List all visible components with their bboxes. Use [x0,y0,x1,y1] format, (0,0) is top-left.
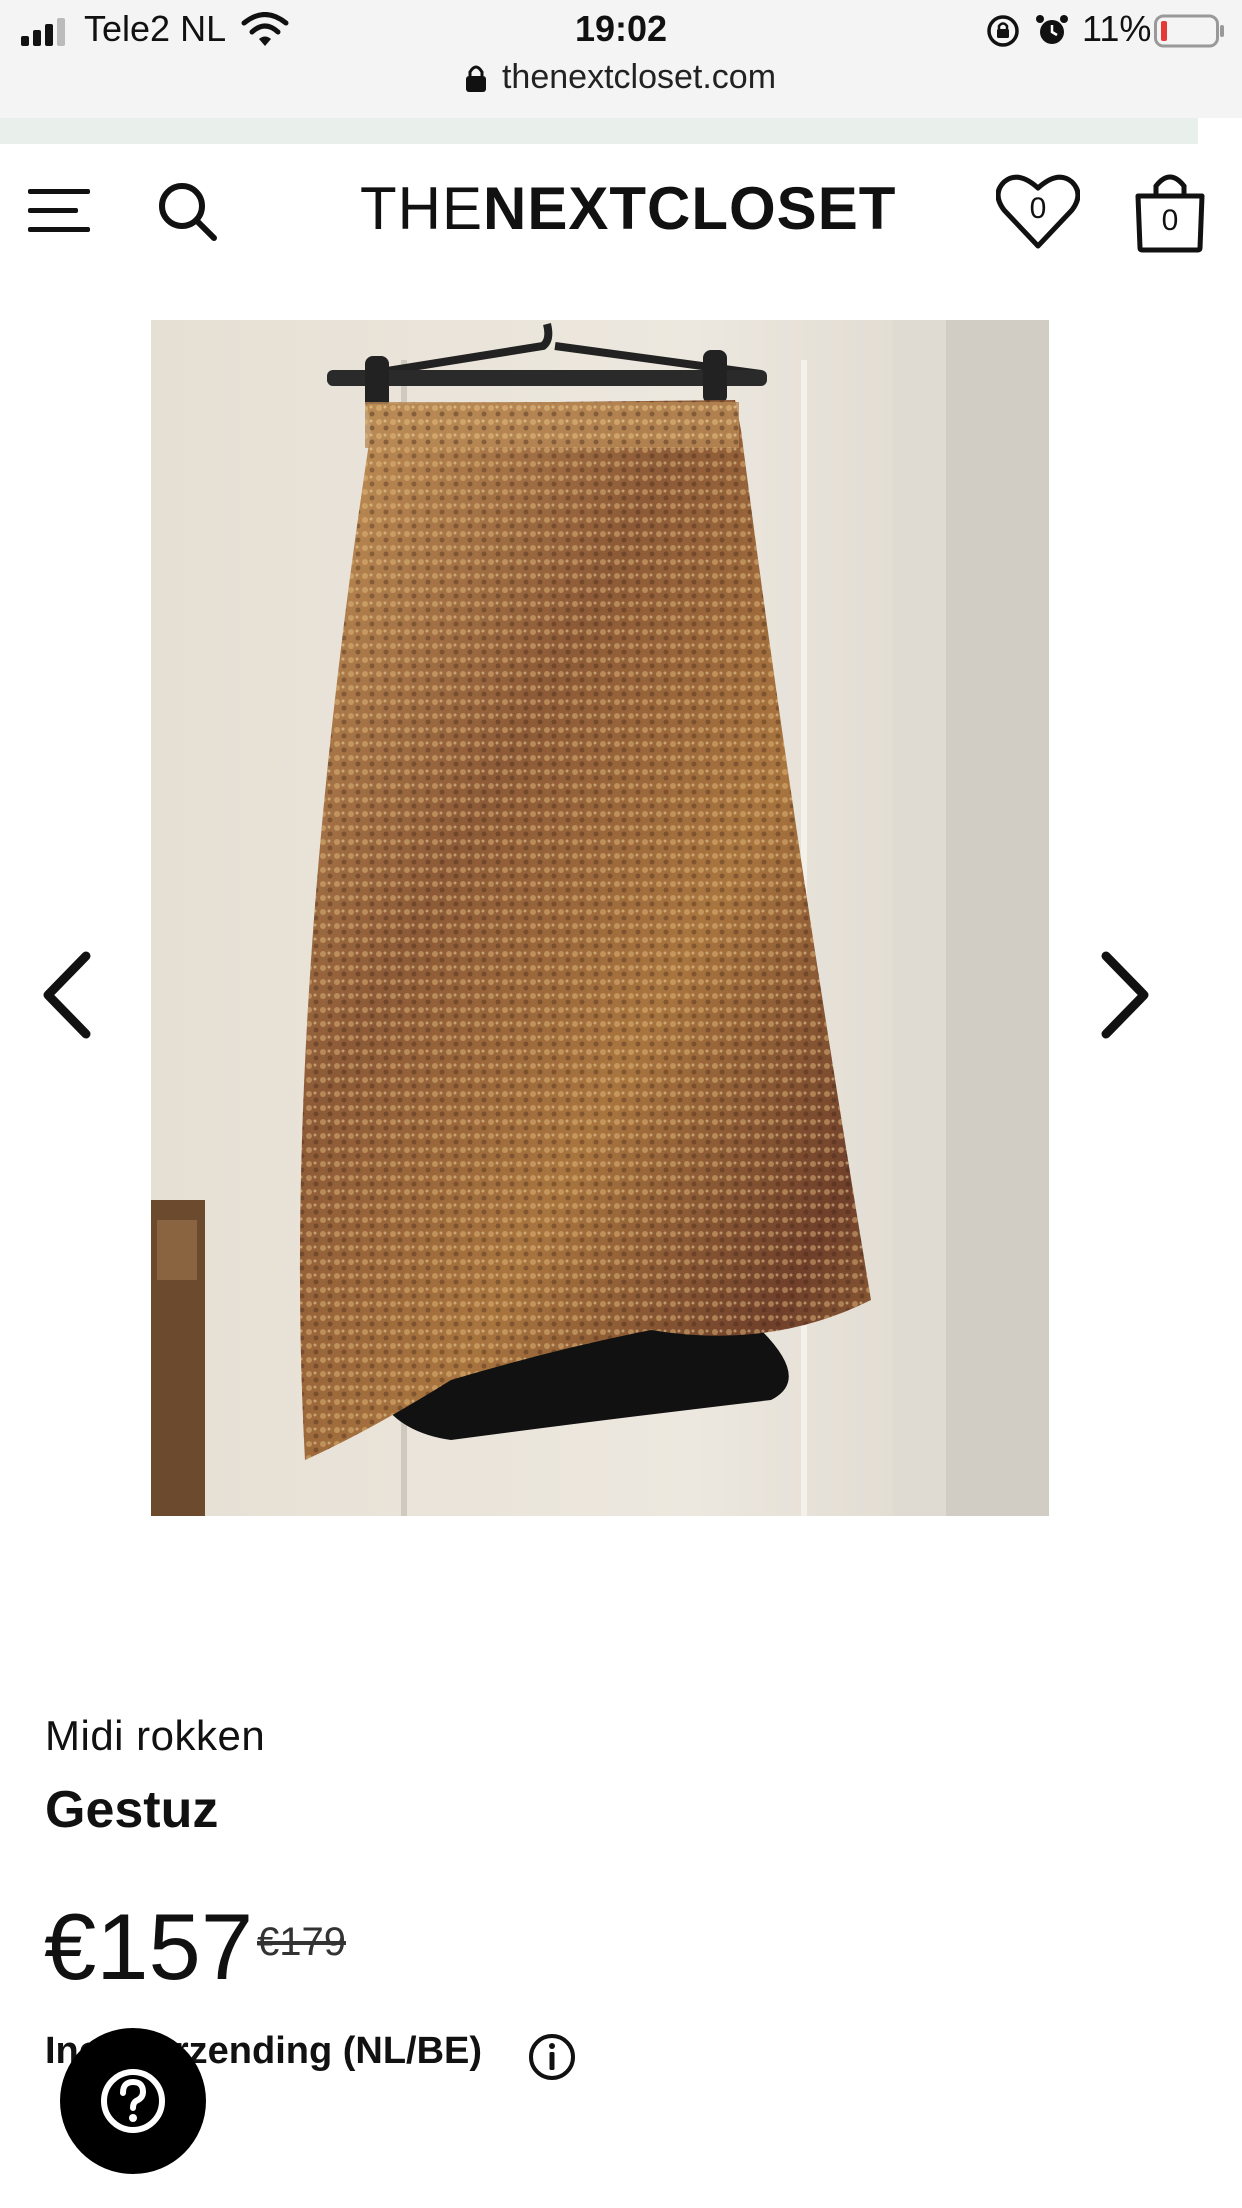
chevron-left-icon[interactable] [38,948,98,1042]
question-icon [101,2069,165,2133]
battery-percentage: 11% [1082,8,1152,49]
product-image[interactable] [151,320,1049,1516]
hamburger-icon[interactable] [28,186,92,236]
site-header: THENEXTCLOSET 0 0 [0,144,1242,276]
logo-part-thin: THE [360,175,483,242]
product-brand[interactable]: Gestuz [45,1780,218,1840]
product-original-price: €179 [257,1920,346,1964]
status-bar: Tele2 NL 19:02 11% thenextcloset.com [0,0,1242,118]
product-price: €157 [44,1894,254,1999]
wishlist-count: 0 [1029,192,1047,225]
lock-icon [465,65,486,92]
alarm-icon [1036,15,1068,44]
help-button[interactable] [60,2028,206,2174]
battery-icon [1154,14,1224,48]
search-icon[interactable] [156,180,220,244]
rotation-lock-icon [987,15,1019,47]
wishlist-button[interactable]: 0 [995,172,1081,252]
cart-count: 0 [1161,204,1179,237]
info-icon[interactable] [528,2033,576,2081]
cart-button[interactable]: 0 [1134,170,1206,254]
chevron-right-icon[interactable] [1094,948,1154,1042]
product-category[interactable]: Midi rokken [45,1712,265,1760]
product-gallery [0,320,1242,1516]
logo-part-bold: NEXTCLOSET [483,175,897,242]
promo-banner [0,118,1198,144]
address-bar[interactable]: thenextcloset.com [0,58,1242,97]
url-text: thenextcloset.com [501,58,777,96]
site-logo[interactable]: THENEXTCLOSET [360,174,896,243]
